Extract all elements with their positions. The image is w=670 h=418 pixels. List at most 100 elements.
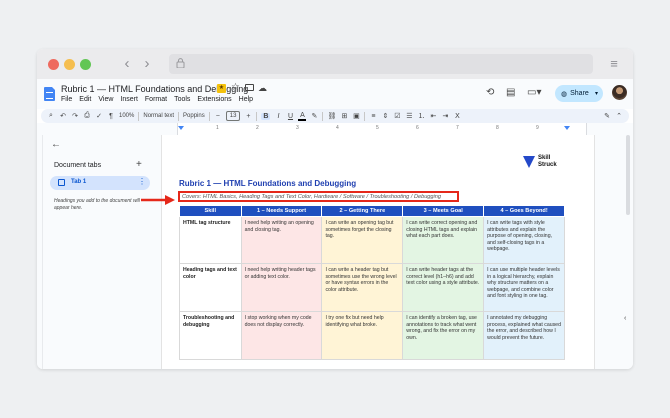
table-cell: I stop working when my code does not dis… [240,311,323,360]
table-cell: I can identify a broken tag, use annotat… [402,311,485,360]
table-row: HTML tag structure I need help writing a… [179,216,565,264]
table-row: Heading tags and text color I need help … [179,263,565,312]
share-label: Share [570,90,589,97]
menu-format[interactable]: Format [145,96,167,103]
share-caret-icon[interactable]: ▾ [595,90,598,97]
menu-extensions[interactable]: Extensions [197,96,231,103]
arrow-left-icon[interactable]: ← [51,139,61,150]
covers-subtitle: Covers: HTML Basics, Heading Tags and Te… [178,191,459,202]
avatar[interactable] [612,85,627,100]
text-color-button[interactable]: A [298,112,307,121]
globe-icon: ◍ [561,90,568,98]
table-cell: I can write correct opening and closing … [402,216,485,264]
ruler-track[interactable]: 1 2 3 4 5 6 7 8 9 [177,123,587,135]
video-icon[interactable]: ▭▾ [527,87,541,98]
search-icon[interactable]: ⌕ [47,112,55,120]
menu-file[interactable]: File [61,96,72,103]
cloud-icon[interactable]: ☁ [258,83,267,94]
chevron-left-icon[interactable]: ‹ [624,315,626,322]
paint-format-icon[interactable]: ¶ [107,113,115,120]
table-header-row: Skill 1 – Needs Support 2 – Getting Ther… [179,205,565,217]
line-spacing-icon[interactable]: ⇕ [381,112,389,120]
font-size-decrease-button[interactable]: − [214,113,222,120]
tabs-hint: Headings you add to the document will ap… [54,198,140,211]
address-bar[interactable] [169,54,593,74]
docs-icon[interactable] [44,87,55,101]
font-size-increase-button[interactable]: + [244,113,252,120]
document-tabs-header: Document tabs [54,162,102,169]
more-options-icon[interactable]: ⋮ [138,177,146,186]
bold-button[interactable]: B [261,112,271,120]
style-select[interactable]: Normal text [143,113,174,119]
red-arrow-icon [141,195,175,205]
share-button[interactable]: ◍ Share ▾ [555,85,603,102]
table-row: Troubleshooting and debugging I stop wor… [179,311,565,360]
browser-menu-button[interactable]: ≡ [604,55,624,73]
menu-edit[interactable]: Edit [79,96,91,103]
undo-icon[interactable]: ↶ [59,112,67,120]
skill-cell: HTML tag structure [179,216,242,264]
ruler-tick: 7 [456,125,459,131]
collapse-toolbar-icon[interactable]: ⌃ [615,112,623,120]
table-cell: I try one fix but need help identifying … [321,311,404,360]
menu-help[interactable]: Help [239,96,253,103]
ruler-tick: 8 [496,125,499,131]
toolbar-divider [256,111,258,121]
redo-icon[interactable]: ↷ [71,112,79,120]
menu-insert[interactable]: Insert [120,96,138,103]
increase-indent-icon[interactable]: ⇥ [441,112,449,120]
star-icon[interactable]: ☆ [231,82,240,93]
browser-forward-button[interactable]: › [138,55,156,73]
zoom-select[interactable]: 100% [119,113,134,119]
toolbar-divider [364,111,366,121]
toolbar-divider [208,111,210,121]
menu-view[interactable]: View [98,96,113,103]
right-indent-marker[interactable] [564,126,570,130]
comment-icon[interactable]: ▤ [506,87,515,98]
tab-1[interactable]: Tab 1 ⋮ [50,176,150,190]
logo-shield-icon [523,156,535,168]
toolbar-divider [138,111,140,121]
align-icon[interactable]: ≡ [369,113,377,120]
ruler-tick: 6 [416,125,419,131]
column-header: 3 – Meets Goal [402,205,485,217]
image-icon[interactable]: ▣ [352,112,360,120]
decrease-indent-icon[interactable]: ⇤ [429,112,437,120]
checklist-icon[interactable]: ☑ [393,112,401,120]
table-cell: I annotated my debugging process, explai… [483,311,565,360]
pencil-icon[interactable]: ✎ [603,112,611,120]
highlight-icon[interactable]: ✎ [310,112,318,120]
document-page[interactable]: Skill Struck Rubric 1 — HTML Foundations … [161,135,595,369]
ruler-tick: 3 [296,125,299,131]
toolbar-divider [178,111,180,121]
link-icon[interactable]: ⛓ [327,112,336,120]
browser-back-button[interactable]: ‹ [118,55,136,73]
underline-button[interactable]: U [286,113,294,120]
folder-icon[interactable] [245,84,254,91]
vertical-scrollbar[interactable] [626,135,630,215]
maximize-window-button[interactable] [80,59,91,70]
column-header: 4 – Goes Beyond! [483,205,565,217]
menu-tools[interactable]: Tools [174,96,190,103]
clear-formatting-icon[interactable]: Ⅹ [453,112,461,120]
spellcheck-icon[interactable]: ✓ [95,112,103,120]
table-cell: I can write tags with style attributes a… [483,216,565,264]
italic-button[interactable]: I [274,113,282,120]
font-select[interactable]: Poppins [183,113,205,119]
document-heading: Rubric 1 — HTML Foundations and Debuggin… [179,179,357,188]
ruler-tick: 4 [336,125,339,131]
left-indent-marker[interactable] [178,126,184,130]
bulleted-list-icon[interactable]: ☰ [405,112,413,120]
history-icon[interactable]: ⟲ [486,87,494,98]
skill-cell: Heading tags and text color [179,263,242,312]
browser-titlebar: ‹ › ≡ [37,49,633,79]
minimize-window-button[interactable] [64,59,75,70]
add-tab-button[interactable]: + [136,159,142,170]
font-size-input[interactable]: 13 [225,111,241,121]
column-header: Skill [179,205,242,217]
add-comment-icon[interactable]: ⊞ [340,112,348,120]
tab-1-label: Tab 1 [71,179,87,185]
print-icon[interactable]: ⎙ [83,112,91,120]
numbered-list-icon[interactable]: ⒈ [417,111,425,121]
close-window-button[interactable] [48,59,59,70]
